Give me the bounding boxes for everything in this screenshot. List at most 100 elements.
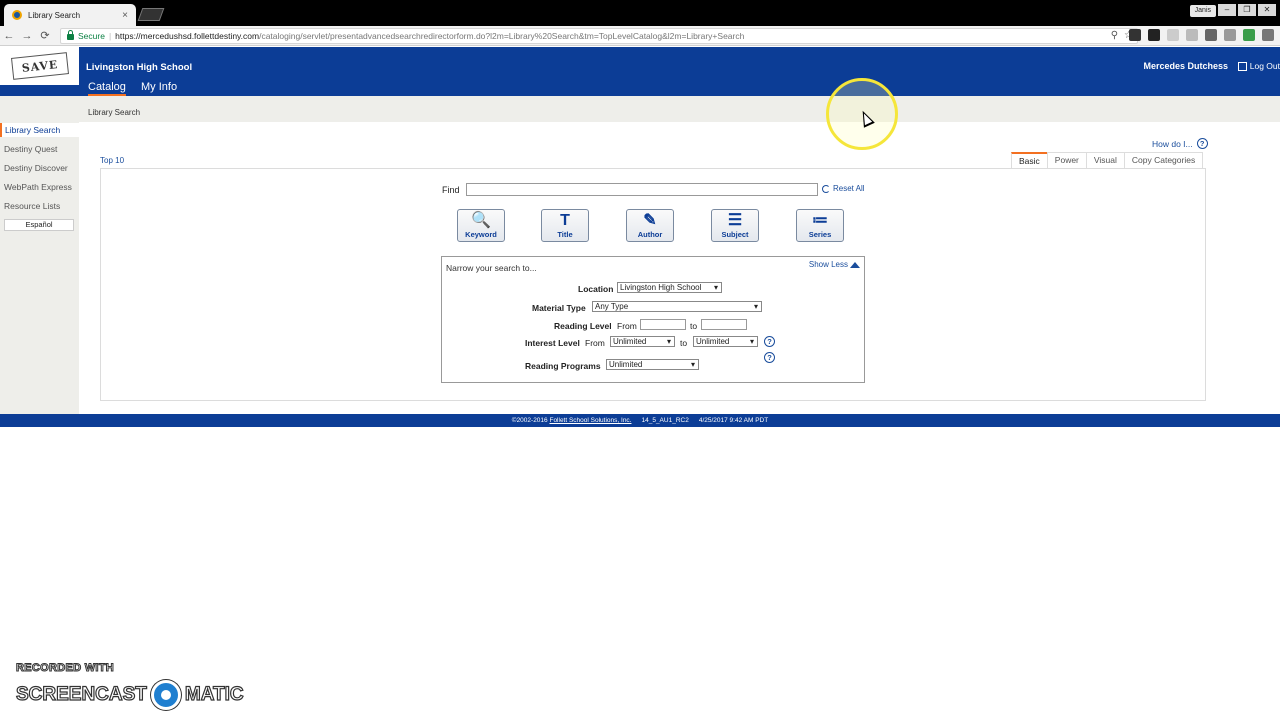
search-mode-tabs: Basic Power Visual Copy Categories [1011, 152, 1204, 168]
sidebar-item-library-search[interactable]: Library Search [0, 123, 79, 137]
material-type-label: Material Type [532, 303, 586, 313]
watermark-brand-right: MATIC [184, 683, 244, 705]
address-bar[interactable]: Secure | https://mercedushsd.follettdest… [60, 28, 1138, 44]
show-less-label: Show Less [808, 260, 848, 269]
reading-level-to-input[interactable] [701, 319, 747, 330]
logout-label: Log Out [1249, 61, 1280, 71]
interest-to-select[interactable]: Unlimited [693, 336, 758, 347]
sidebar-item-destiny-quest[interactable]: Destiny Quest [0, 142, 79, 156]
reading-programs-select[interactable]: Unlimited [606, 359, 699, 370]
author-label: Author [637, 230, 663, 239]
footer-timestamp: 4/25/2017 9:42 AM PDT [698, 417, 769, 424]
keyword-search-button[interactable]: 🔍 Keyword [457, 209, 505, 242]
maximize-button[interactable]: ❐ [1238, 4, 1256, 16]
key-icon[interactable]: ⚲ [1111, 30, 1118, 41]
list-lines-icon: ☰ [727, 212, 743, 229]
author-search-button[interactable]: ✎ Author [626, 209, 674, 242]
title-label: Title [557, 230, 573, 239]
interest-to-label: to [680, 338, 688, 348]
reset-icon [822, 184, 830, 193]
reset-all-button[interactable]: Reset All [822, 184, 865, 193]
interest-help-icon[interactable]: ? [764, 336, 775, 347]
breadcrumb-bar: Library Search [79, 96, 1280, 122]
url-path: /cataloging/servlet/presentadvancedsearc… [259, 31, 745, 41]
extension-icons [1129, 29, 1274, 41]
logout-link[interactable]: Log Out [1237, 61, 1280, 71]
extension-icon[interactable] [1129, 29, 1141, 41]
extension-icon[interactable] [1205, 29, 1217, 41]
title-t-icon: T [560, 212, 570, 229]
reading-level-label: Reading Level [554, 321, 612, 331]
reading-from-label: From [617, 321, 637, 331]
extension-icon[interactable] [1224, 29, 1236, 41]
caret-up-icon [850, 261, 860, 268]
footer-copyright: ©2002-2016 [511, 417, 548, 424]
user-name: Mercedes Dutchess [1143, 61, 1228, 71]
tab-copy-categories[interactable]: Copy Categories [1123, 152, 1204, 168]
url-host: https://mercedushsd.follettdestiny.com [115, 31, 260, 41]
interest-from-select[interactable]: Unlimited [610, 336, 675, 347]
footer-version: 14_5_AU1_RC2 [641, 417, 689, 424]
top10-link[interactable]: Top 10 [100, 156, 124, 165]
title-search-button[interactable]: T Title [541, 209, 589, 242]
reading-level-from-input[interactable] [640, 319, 686, 330]
series-search-button[interactable]: ≔ Series [796, 209, 844, 242]
forward-arrow-icon[interactable]: → [18, 30, 36, 42]
screencast-matic-watermark: SCREENCAST MATIC [15, 680, 244, 710]
material-type-select[interactable]: Any Type [592, 301, 762, 312]
chrome-menu-icon[interactable] [1262, 29, 1274, 41]
nav-tab-my-info[interactable]: My Info [141, 81, 177, 93]
sidebar-item-webpath-express[interactable]: WebPath Express [0, 180, 79, 194]
reading-to-label: to [690, 321, 698, 331]
secure-label: Secure [78, 31, 105, 41]
close-window-button[interactable]: ✕ [1258, 4, 1276, 16]
extension-icon[interactable] [1243, 29, 1255, 41]
watermark-recorded-with: RECORDED WITH [15, 662, 115, 675]
sidebar-item-resource-lists[interactable]: Resource Lists [0, 199, 79, 213]
back-arrow-icon[interactable]: ← [0, 30, 18, 42]
extension-icon[interactable] [1186, 29, 1198, 41]
language-button[interactable]: Español [4, 219, 74, 231]
how-do-i-label: How do I... [1152, 138, 1193, 149]
tab-close-icon[interactable]: × [122, 10, 128, 21]
subject-search-button[interactable]: ☰ Subject [711, 209, 759, 242]
find-input[interactable] [466, 183, 818, 196]
minimize-button[interactable]: – [1218, 4, 1236, 16]
numbered-list-icon: ≔ [812, 212, 828, 229]
school-name: Livingston High School [86, 62, 193, 73]
tab-visual[interactable]: Visual [1085, 152, 1125, 168]
new-tab-button[interactable] [137, 8, 165, 21]
sidebar-item-destiny-discover[interactable]: Destiny Discover [0, 161, 79, 175]
interest-level-label: Interest Level [525, 338, 580, 348]
sidebar: Library Search Destiny Quest Destiny Dis… [0, 96, 79, 414]
destiny-favicon-icon [12, 10, 22, 20]
location-select[interactable]: Livingston High School [617, 282, 722, 293]
help-icon: ? [1196, 138, 1208, 149]
browser-profile-badge[interactable]: Janis [1189, 5, 1216, 17]
lock-icon [67, 30, 74, 40]
page-footer: ©2002-2016 Follett School Solutions, Inc… [0, 414, 1280, 427]
magnifier-icon: 🔍 [471, 212, 491, 229]
logo-badge: SAVE [10, 52, 69, 80]
pencil-icon: ✎ [643, 212, 657, 229]
series-label: Series [808, 230, 832, 239]
footer-company-link[interactable]: Follett School Solutions, Inc. [549, 417, 631, 424]
screencast-logo-icon [150, 680, 181, 710]
narrow-title: Narrow your search to... [446, 263, 537, 273]
extension-icon[interactable] [1167, 29, 1179, 41]
window-controls: – ❐ ✕ [1218, 4, 1276, 16]
tab-basic[interactable]: Basic [1011, 152, 1048, 168]
subject-label: Subject [721, 230, 749, 239]
extension-icon[interactable] [1148, 29, 1160, 41]
programs-help-icon[interactable]: ? [764, 352, 775, 363]
nav-tab-catalog[interactable]: Catalog [88, 81, 126, 96]
logout-icon [1237, 61, 1247, 71]
how-do-i-link[interactable]: How do I... ? [1152, 138, 1208, 149]
interest-from-label: From [585, 338, 605, 348]
browser-tabstrip: Library Search × Janis – ❐ ✕ [0, 0, 1280, 26]
browser-tab-library-search[interactable]: Library Search × [4, 4, 136, 26]
tab-power[interactable]: Power [1046, 152, 1087, 168]
reload-icon[interactable]: ⟳ [36, 29, 54, 42]
location-label: Location [578, 284, 614, 294]
show-less-link[interactable]: Show Less [809, 260, 860, 269]
